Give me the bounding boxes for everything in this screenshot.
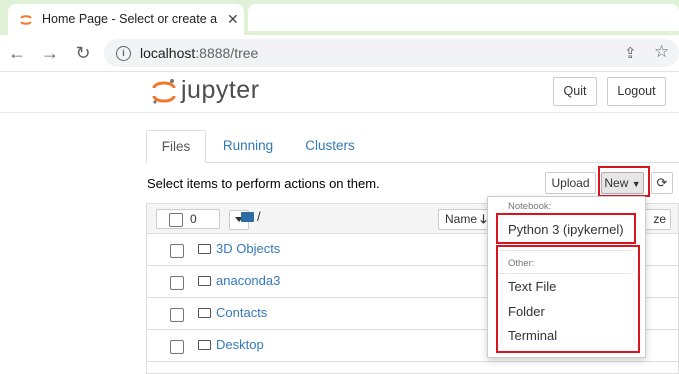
forward-icon[interactable]: → bbox=[39, 42, 61, 64]
selected-count: 0 bbox=[190, 212, 197, 226]
jupyter-header: jupyter Quit Logout bbox=[0, 71, 679, 113]
row-checkbox[interactable] bbox=[170, 276, 184, 290]
refresh-icon: ⟳ bbox=[656, 175, 668, 190]
highlight-box-python bbox=[496, 213, 636, 244]
highlight-box-new bbox=[598, 166, 650, 197]
jupyter-logo-text[interactable]: jupyter bbox=[181, 76, 260, 105]
row-checkbox[interactable] bbox=[170, 244, 184, 258]
folder-link[interactable]: 3D Objects bbox=[216, 241, 280, 256]
site-info-icon[interactable]: i bbox=[116, 46, 131, 61]
sort-name-label: Name bbox=[445, 212, 478, 226]
close-tab-icon[interactable]: ✕ bbox=[227, 11, 239, 28]
quit-button[interactable]: Quit bbox=[553, 77, 597, 106]
arrow-down-icon: 🡓 bbox=[480, 212, 487, 226]
address-bar[interactable]: i localhost:8888/tree ⇪ ☆ bbox=[104, 39, 679, 67]
row-checkbox[interactable] bbox=[170, 340, 184, 354]
logout-button[interactable]: Logout bbox=[607, 77, 666, 106]
select-items-hint: Select items to perform actions on them. bbox=[147, 176, 380, 191]
folder-icon bbox=[198, 340, 211, 350]
jupyter-logo-icon[interactable] bbox=[150, 77, 178, 107]
browser-tabbar: Home Page - Select or create a n ✕ bbox=[0, 0, 679, 35]
list-item bbox=[146, 362, 679, 374]
select-all-button[interactable]: 0 bbox=[156, 209, 220, 229]
url-host: localhost bbox=[140, 45, 196, 61]
url-text: localhost:8888/tree bbox=[140, 45, 258, 61]
folder-link[interactable]: Contacts bbox=[216, 305, 267, 320]
folder-icon bbox=[198, 244, 211, 254]
row-checkbox[interactable] bbox=[170, 308, 184, 322]
url-path: :8888/tree bbox=[195, 45, 259, 61]
folder-icon bbox=[198, 276, 211, 286]
dashboard-tabs: Files Running Clusters bbox=[146, 130, 679, 163]
browser-tab-title: Home Page - Select or create a n bbox=[42, 12, 220, 26]
back-icon[interactable]: ← bbox=[6, 42, 28, 64]
folder-link[interactable]: anaconda3 bbox=[216, 273, 280, 288]
highlight-box-other bbox=[496, 245, 640, 353]
browser-toolbar: ← → ↻ i localhost:8888/tree ⇪ ☆ bbox=[0, 35, 679, 72]
breadcrumb-root[interactable]: / bbox=[257, 209, 261, 224]
tabstrip-empty-area bbox=[248, 4, 679, 31]
share-icon[interactable]: ⇪ bbox=[624, 44, 637, 62]
folder-link[interactable]: Desktop bbox=[216, 337, 264, 352]
folder-icon[interactable] bbox=[241, 212, 254, 222]
tab-files[interactable]: Files bbox=[146, 130, 206, 163]
notebook-section-header: Notebook: bbox=[508, 201, 552, 212]
reload-icon[interactable]: ↻ bbox=[72, 42, 94, 64]
tab-clusters[interactable]: Clusters bbox=[294, 130, 366, 162]
bookmark-star-icon[interactable]: ☆ bbox=[654, 42, 669, 62]
upload-button[interactable]: Upload bbox=[545, 172, 596, 194]
browser-tab[interactable]: Home Page - Select or create a n ✕ bbox=[8, 4, 244, 35]
tab-running[interactable]: Running bbox=[212, 130, 284, 162]
select-all-checkbox[interactable] bbox=[169, 213, 183, 227]
refresh-button[interactable]: ⟳ bbox=[651, 172, 673, 194]
jupyter-favicon-icon bbox=[20, 15, 32, 25]
folder-icon bbox=[198, 308, 211, 318]
